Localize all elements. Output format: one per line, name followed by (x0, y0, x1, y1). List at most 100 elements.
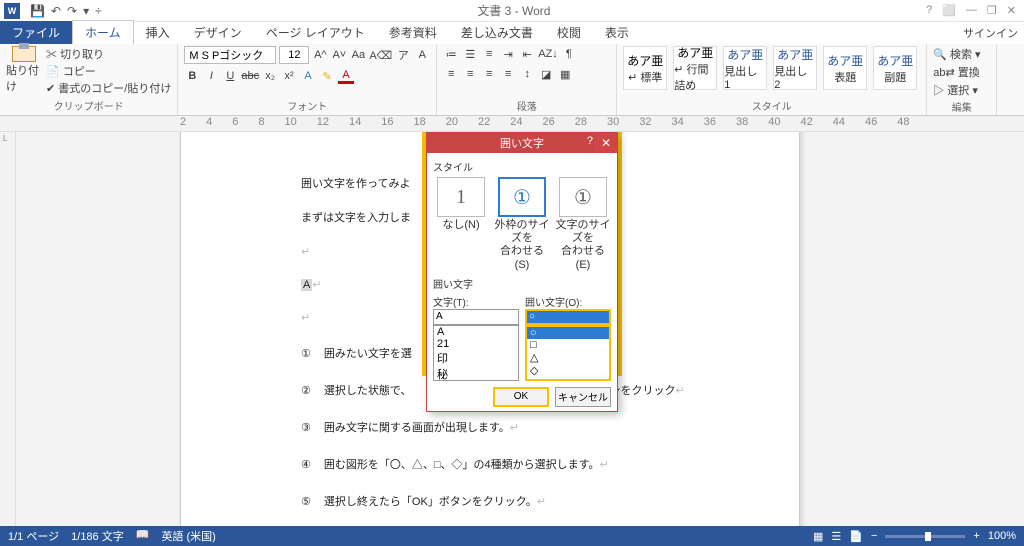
enclose-char-button[interactable]: A (414, 47, 430, 63)
bullets-button[interactable]: ≔ (443, 46, 459, 62)
grow-font-button[interactable]: A^ (312, 47, 328, 63)
sign-in-link[interactable]: サインイン (963, 25, 1018, 41)
sort-button[interactable]: AZ↓ (538, 46, 558, 62)
line-spacing-button[interactable]: ↕ (519, 66, 535, 82)
status-proofing-icon[interactable]: 📖 (136, 528, 150, 544)
style-tile[interactable]: あア亜見出し 2 (773, 46, 817, 90)
status-page[interactable]: 1/1 ページ (8, 528, 59, 544)
list-item[interactable]: ◇ (527, 364, 609, 377)
numbering-button[interactable]: ☰ (462, 46, 478, 62)
status-word-count[interactable]: 1/186 文字 (71, 528, 124, 544)
multilevel-button[interactable]: ≡ (481, 46, 497, 62)
dialog-close-icon[interactable]: ✕ (595, 133, 617, 153)
indent-right-button[interactable]: ⇥ (500, 46, 516, 62)
title-bar: W 💾 ↶ ↷ ▾ ÷ 文書 3 - Word ? ⬜ — ❐ ✕ (0, 0, 1024, 22)
horizontal-ruler[interactable]: 2468101214161820222426283032343638404244… (0, 116, 1024, 132)
style-tile[interactable]: あア亜↵ 標準 (623, 46, 667, 90)
zoom-in-button[interactable]: + (973, 530, 979, 542)
strike-button[interactable]: abc (241, 68, 259, 84)
list-item[interactable]: A (434, 326, 518, 338)
redo-icon[interactable]: ↷ (67, 4, 77, 18)
view-read-mode-icon[interactable]: ☰ (831, 530, 841, 543)
cancel-button[interactable]: キャンセル (555, 387, 611, 407)
vertical-ruler[interactable]: L (0, 132, 16, 526)
qat-dropdown-icon[interactable]: ▾ (83, 4, 89, 18)
shading-button[interactable]: ◪ (538, 66, 554, 82)
tab-mailings[interactable]: 差し込み文書 (449, 21, 545, 44)
indent-left-button[interactable]: ⇤ (519, 46, 535, 62)
select-button[interactable]: ▷ 選択 ▾ (933, 82, 980, 98)
zoom-slider[interactable] (885, 535, 965, 538)
enclosure-listbox[interactable]: ○□△◇ (525, 325, 611, 381)
list-item[interactable]: ○ (527, 327, 609, 339)
paste-button[interactable]: 貼り付け (6, 46, 42, 94)
change-case-button[interactable]: Aa (350, 47, 366, 63)
style-option-none[interactable]: 1 なし(N) (433, 177, 489, 272)
char-listbox[interactable]: A21印秘遠 (433, 325, 519, 381)
replace-button[interactable]: ab⇄ 置換 (933, 64, 980, 80)
tab-review[interactable]: 校閲 (545, 21, 593, 44)
superscript-button[interactable]: x² (281, 68, 297, 84)
tab-home[interactable]: ホーム (72, 20, 134, 44)
tab-file[interactable]: ファイル (0, 21, 72, 44)
bold-button[interactable]: B (184, 68, 200, 84)
list-item[interactable]: 21 (434, 338, 518, 350)
font-name-select[interactable]: M S Pゴシック (184, 46, 276, 64)
tab-view[interactable]: 表示 (593, 21, 641, 44)
format-painter-button[interactable]: ✔ 書式のコピー/貼り付け (46, 80, 171, 96)
italic-button[interactable]: I (203, 68, 219, 84)
tab-page-layout[interactable]: ページ レイアウト (254, 21, 377, 44)
window-close-icon[interactable]: ✕ (1007, 4, 1016, 17)
enclosure-input[interactable] (525, 309, 611, 325)
view-print-layout-icon[interactable]: ▦ (813, 530, 823, 543)
style-tile[interactable]: あア亜副題 (873, 46, 917, 90)
dialog-help-icon[interactable]: ? (587, 135, 593, 147)
list-item[interactable]: 秘 (434, 366, 518, 381)
find-button[interactable]: 🔍 検索 ▾ (933, 46, 980, 62)
list-item[interactable]: △ (527, 351, 609, 364)
align-right-button[interactable]: ≡ (481, 66, 497, 82)
dialog-titlebar[interactable]: 囲い文字 ? ✕ (427, 133, 617, 153)
zoom-level[interactable]: 100% (988, 530, 1016, 542)
tab-insert[interactable]: 挿入 (134, 21, 182, 44)
phonetic-guide-button[interactable]: ア (395, 47, 411, 63)
style-tile[interactable]: あア亜見出し 1 (723, 46, 767, 90)
underline-button[interactable]: U (222, 68, 238, 84)
align-center-button[interactable]: ≡ (462, 66, 478, 82)
window-maximize-icon[interactable]: ❐ (987, 4, 997, 17)
window-minimize-icon[interactable]: — (966, 4, 977, 17)
list-item[interactable]: □ (527, 339, 609, 351)
undo-icon[interactable]: ↶ (51, 4, 61, 18)
clear-format-button[interactable]: A⌫ (369, 47, 392, 63)
borders-button[interactable]: ▦ (557, 66, 573, 82)
tab-references[interactable]: 参考資料 (377, 21, 449, 44)
shrink-font-button[interactable]: A˅ (331, 47, 347, 63)
copy-button[interactable]: 📄 コピー (46, 63, 171, 79)
tab-design[interactable]: デザイン (182, 21, 254, 44)
enclose-characters-dialog: 囲い文字 ? ✕ スタイル 1 なし(N) ① 外枠のサイズを 合わせる(S) … (426, 132, 618, 412)
align-left-button[interactable]: ≡ (443, 66, 459, 82)
text-effects-button[interactable]: A (300, 68, 316, 84)
show-marks-button[interactable]: ¶ (561, 46, 577, 62)
font-size-select[interactable]: 12 (279, 46, 309, 64)
style-option-enlarge[interactable]: ① 文字のサイズを 合わせる(E) (555, 177, 611, 272)
save-icon[interactable]: 💾 (30, 4, 45, 18)
ok-button[interactable]: OK (493, 387, 549, 407)
style-tile[interactable]: あア亜↵ 行間詰め (673, 46, 717, 90)
cut-button[interactable]: ✂ 切り取り (46, 46, 171, 62)
selected-text[interactable]: A (301, 279, 312, 291)
style-option-shrink[interactable]: ① 外枠のサイズを 合わせる(S) (494, 177, 550, 272)
subscript-button[interactable]: x₂ (262, 68, 278, 84)
highlight-button[interactable]: ✎ (319, 68, 335, 84)
char-input[interactable] (433, 309, 519, 325)
view-web-layout-icon[interactable]: 📄 (849, 530, 863, 543)
zoom-out-button[interactable]: − (871, 530, 877, 542)
list-item[interactable]: 印 (434, 350, 518, 366)
ribbon-display-options-icon[interactable]: ⬜ (942, 4, 956, 17)
status-language[interactable]: 英語 (米国) (161, 528, 215, 544)
ribbon-tabs: ファイル ホーム 挿入 デザイン ページ レイアウト 参考資料 差し込み文書 校… (0, 22, 1024, 44)
font-color-button[interactable]: A (338, 68, 354, 84)
ribbon-help-icon[interactable]: ? (926, 4, 932, 17)
style-tile[interactable]: あア亜表題 (823, 46, 867, 90)
align-justify-button[interactable]: ≡ (500, 66, 516, 82)
